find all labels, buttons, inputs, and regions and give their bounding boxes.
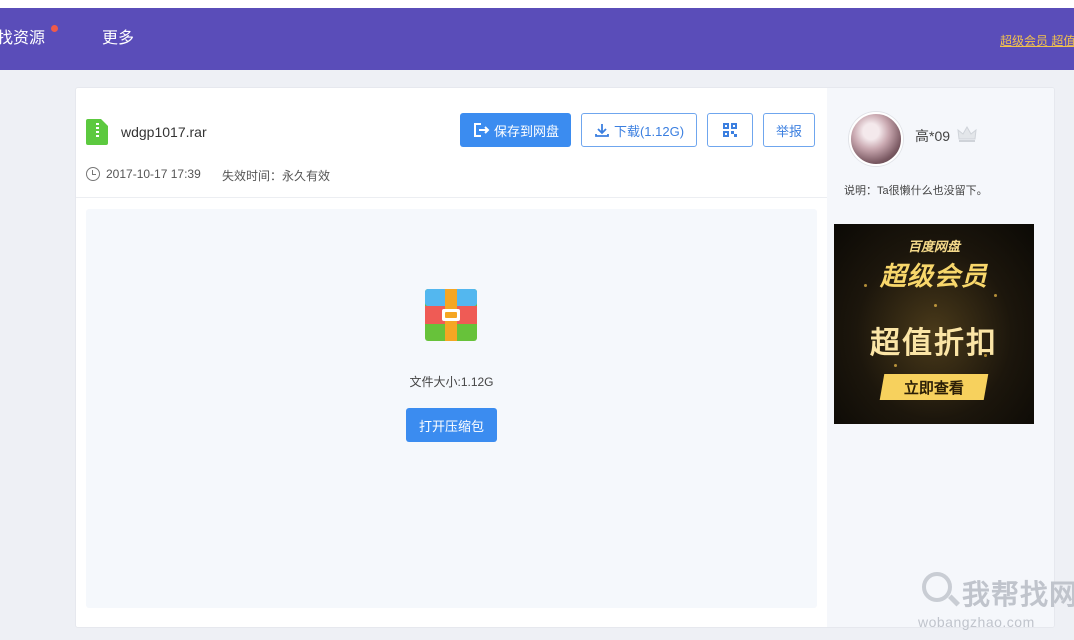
sparkle (994, 294, 997, 297)
download-button[interactable]: 下载(1.12G) (581, 113, 697, 147)
expire-label: 失效时间： (222, 169, 283, 183)
share-card: wdgp1017.rar 保存到网盘 下载(1.12G) 举报 2017-10- (75, 87, 1055, 628)
clock-icon (86, 167, 100, 181)
nav-vip-link[interactable]: 超级会员 超值 (1000, 32, 1074, 49)
magnifier-icon (922, 572, 952, 602)
sparkle (894, 364, 897, 367)
ad-view-now-button[interactable]: 立即查看 (879, 374, 989, 400)
file-name: wdgp1017.rar (121, 124, 207, 140)
ad-title: 超级会员 (879, 261, 988, 291)
top-navbar: 找资源 更多 超级会员 超值 (0, 8, 1074, 70)
save-icon (473, 123, 490, 137)
ad-slogan: 超值折扣 (870, 327, 998, 360)
nav-more[interactable]: 更多 (102, 29, 134, 49)
sparkle (934, 304, 937, 307)
qr-code-button[interactable] (707, 113, 753, 147)
ad-button-label: 立即查看 (903, 379, 964, 397)
site-watermark: 我帮找网 wobangzhao.com (918, 569, 1074, 635)
ad-brand: 百度网盘 (907, 239, 960, 254)
watermark-cn: 我帮找网 (962, 579, 1074, 610)
expire-value: 永久有效 (282, 169, 331, 183)
sharer-sidebar: 高*09 说明：Ta很懒什么也没留下。 百度网盘 超级会员 超值折扣 立即查看 (827, 88, 1054, 627)
user-name[interactable]: 高*09 (915, 126, 950, 146)
archive-icon (425, 289, 477, 341)
report-label: 举报 (775, 123, 802, 139)
nav-find-resources[interactable]: 找资源 (0, 29, 45, 49)
crown-icon (957, 125, 977, 142)
qr-code-icon (723, 123, 737, 137)
user-description: 说明：Ta很懒什么也没留下。 (844, 185, 988, 197)
notification-dot (51, 25, 58, 32)
vip-promo-banner[interactable]: 百度网盘 超级会员 超值折扣 立即查看 (834, 224, 1034, 424)
download-label: 下载(1.12G) (613, 123, 685, 139)
share-date: 2017-10-17 17:39 (106, 167, 201, 181)
save-to-pan-button[interactable]: 保存到网盘 (460, 113, 571, 147)
top-strip (0, 0, 1074, 8)
watermark-en: wobangzhao.com (918, 614, 1035, 630)
report-button[interactable]: 举报 (763, 113, 815, 147)
download-icon (595, 124, 609, 137)
header-divider (76, 197, 827, 198)
open-archive-button[interactable]: 打开压缩包 (406, 408, 497, 442)
zip-file-icon (86, 119, 108, 145)
file-preview-panel: 文件大小:1.12G 打开压缩包 (86, 209, 817, 608)
user-avatar[interactable] (849, 112, 903, 166)
file-size-text: 文件大小:1.12G (409, 375, 494, 389)
save-to-pan-label: 保存到网盘 (493, 123, 559, 139)
